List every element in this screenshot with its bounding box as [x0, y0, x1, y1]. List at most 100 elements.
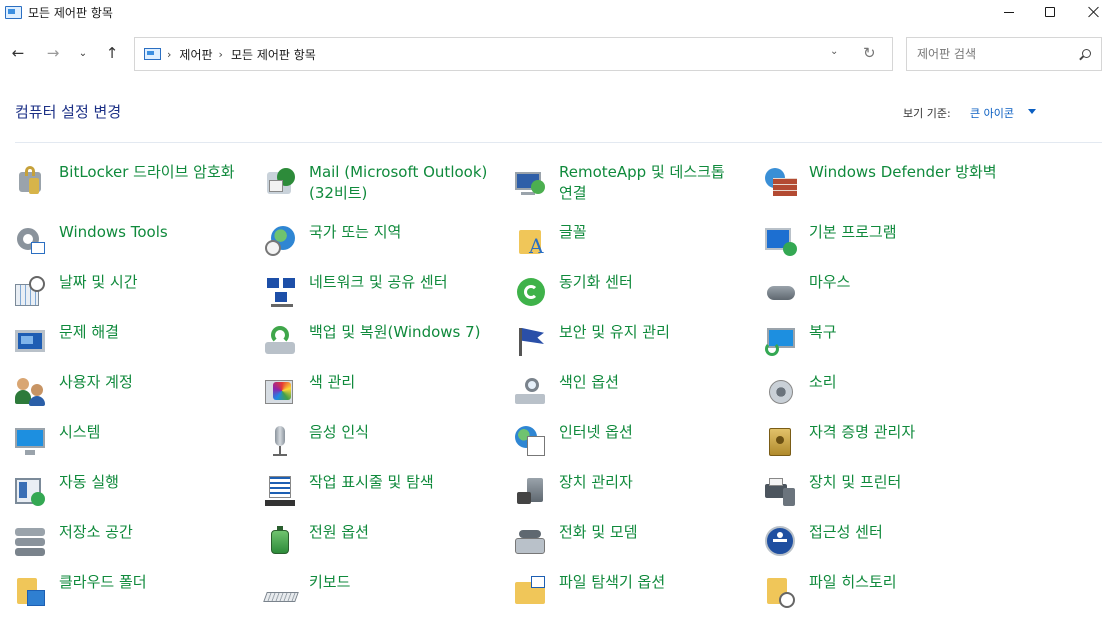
item-label: 마우스	[809, 273, 851, 291]
item-devices-printers[interactable]: 장치 및 프린터	[765, 472, 1005, 508]
backup-restore-icon	[265, 326, 297, 358]
recent-locations-button[interactable]: ⌄	[70, 40, 96, 66]
item-region[interactable]: 국가 또는 지역	[265, 222, 505, 258]
item-device-manager[interactable]: 장치 관리자	[515, 472, 755, 508]
item-default-programs[interactable]: 기본 프로그램	[765, 222, 1005, 258]
item-label: 색인 옵션	[559, 373, 619, 391]
chevron-right-icon[interactable]: ›	[167, 48, 171, 61]
credential-manager-icon	[765, 426, 797, 458]
address-bar[interactable]: › 제어판 › 모든 제어판 항목 ⌄ ↻	[134, 37, 893, 71]
item-sync-center[interactable]: 동기화 센터	[515, 272, 755, 308]
caret-down-icon[interactable]	[1028, 109, 1036, 114]
search-icon[interactable]	[1082, 49, 1091, 58]
item-security-maintenance[interactable]: 보안 및 유지 관리	[515, 322, 755, 358]
item-sound[interactable]: 소리	[765, 372, 1005, 408]
search-box[interactable]	[906, 37, 1102, 71]
item-keyboard[interactable]: 키보드	[263, 572, 505, 608]
control-panel-icon	[144, 48, 161, 60]
item-label: 파일 히스토리	[809, 573, 897, 591]
item-indexing-options[interactable]: 색인 옵션	[515, 372, 755, 408]
mail-icon	[265, 166, 297, 198]
speech-recognition-icon	[265, 426, 297, 458]
title-bar: 모든 제어판 항목	[0, 0, 1102, 24]
remoteapp-icon	[515, 166, 547, 198]
date-time-icon	[15, 276, 47, 308]
back-button[interactable]: ←	[5, 40, 31, 66]
internet-options-icon	[515, 426, 547, 458]
minimize-button[interactable]	[986, 0, 1032, 24]
item-remoteapp[interactable]: RemoteApp 및 데스크톱 연결	[515, 162, 755, 204]
item-network[interactable]: 네트워크 및 공유 센터	[265, 272, 505, 308]
item-label: 색 관리	[309, 373, 356, 391]
window-title: 모든 제어판 항목	[28, 5, 113, 20]
item-label: 시스템	[59, 423, 101, 441]
item-label: 키보드	[309, 573, 351, 591]
mouse-icon	[765, 276, 797, 308]
maximize-button[interactable]	[1027, 0, 1073, 24]
item-label: 자동 실행	[59, 473, 119, 491]
item-fonts[interactable]: A 글꼴	[515, 222, 755, 258]
item-file-explorer-options[interactable]: 파일 탐색기 옵션	[515, 572, 755, 608]
bitlocker-icon	[15, 166, 47, 198]
item-internet-options[interactable]: 인터넷 옵션	[515, 422, 755, 458]
item-firewall[interactable]: Windows Defender 방화벽	[765, 162, 1005, 198]
item-bitlocker[interactable]: BitLocker 드라이브 암호화	[15, 162, 255, 198]
sync-center-icon	[515, 276, 547, 308]
troubleshooting-icon	[15, 326, 47, 358]
item-autoplay[interactable]: 자동 실행	[15, 472, 255, 508]
view-by-label: 보기 기준:	[903, 107, 951, 120]
item-taskbar-navigation[interactable]: 작업 표시줄 및 탐색	[265, 472, 505, 508]
file-explorer-options-icon	[515, 576, 547, 608]
devices-printers-icon	[765, 476, 797, 508]
network-icon	[265, 276, 297, 308]
item-label: 날짜 및 시간	[59, 273, 138, 291]
arrow-left-icon: ←	[11, 44, 25, 62]
item-speech-recognition[interactable]: 음성 인식	[265, 422, 505, 458]
item-user-accounts[interactable]: 사용자 계정	[15, 372, 255, 408]
item-label: RemoteApp 및 데스크톱 연결	[559, 163, 725, 202]
item-label: 문제 해결	[59, 323, 119, 341]
item-storage-spaces[interactable]: 저장소 공간	[15, 522, 255, 558]
windows-tools-icon	[15, 226, 47, 258]
item-label: 전화 및 모뎀	[559, 523, 638, 541]
breadcrumb-control-panel[interactable]: 제어판	[179, 46, 212, 63]
item-label: 작업 표시줄 및 탐색	[309, 473, 434, 491]
item-date-time[interactable]: 날짜 및 시간	[15, 272, 255, 308]
item-label: 국가 또는 지역	[309, 223, 402, 241]
item-ease-of-access[interactable]: 접근성 센터	[765, 522, 1005, 558]
item-mail[interactable]: Mail (Microsoft Outlook)(32비트)	[265, 162, 505, 204]
item-windows-tools[interactable]: Windows Tools	[15, 222, 255, 258]
item-label: 파일 탐색기 옵션	[559, 573, 666, 591]
item-color-management[interactable]: 색 관리	[265, 372, 505, 408]
close-button[interactable]	[1071, 0, 1102, 24]
item-troubleshooting[interactable]: 문제 해결	[15, 322, 255, 358]
item-label: 복구	[809, 323, 837, 341]
item-phone-modem[interactable]: 전화 및 모뎀	[515, 522, 755, 558]
view-by-dropdown[interactable]: 큰 아이콘	[970, 105, 1014, 121]
item-power-options[interactable]: 전원 옵션	[265, 522, 505, 558]
maximize-icon	[1045, 7, 1055, 17]
up-button[interactable]: ↑	[99, 40, 125, 66]
item-label: 자격 증명 관리자	[809, 423, 916, 441]
item-cloud-folder[interactable]: 클라우드 폴더	[15, 572, 255, 608]
item-system[interactable]: 시스템	[15, 422, 255, 458]
item-recovery[interactable]: 복구	[765, 322, 1005, 358]
item-label: 글꼴	[559, 223, 587, 241]
taskbar-navigation-icon	[265, 476, 297, 508]
item-backup-restore[interactable]: 백업 및 복원(Windows 7)	[265, 322, 505, 358]
close-icon	[1088, 6, 1100, 18]
firewall-icon	[765, 166, 797, 198]
indexing-options-icon	[515, 376, 547, 408]
fonts-icon: A	[515, 226, 547, 258]
address-history-chevron-icon[interactable]: ⌄	[830, 46, 838, 57]
search-input[interactable]	[907, 38, 1077, 70]
breadcrumb-all-items[interactable]: 모든 제어판 항목	[231, 46, 316, 63]
item-file-history[interactable]: 파일 히스토리	[765, 572, 1005, 608]
forward-button[interactable]: →	[40, 40, 66, 66]
phone-modem-icon	[515, 526, 547, 558]
refresh-icon[interactable]: ↻	[863, 44, 876, 62]
chevron-right-icon[interactable]: ›	[219, 48, 223, 61]
item-credential-manager[interactable]: 자격 증명 관리자	[765, 422, 1005, 458]
item-label: 사용자 계정	[59, 373, 133, 391]
item-mouse[interactable]: 마우스	[765, 272, 1005, 308]
